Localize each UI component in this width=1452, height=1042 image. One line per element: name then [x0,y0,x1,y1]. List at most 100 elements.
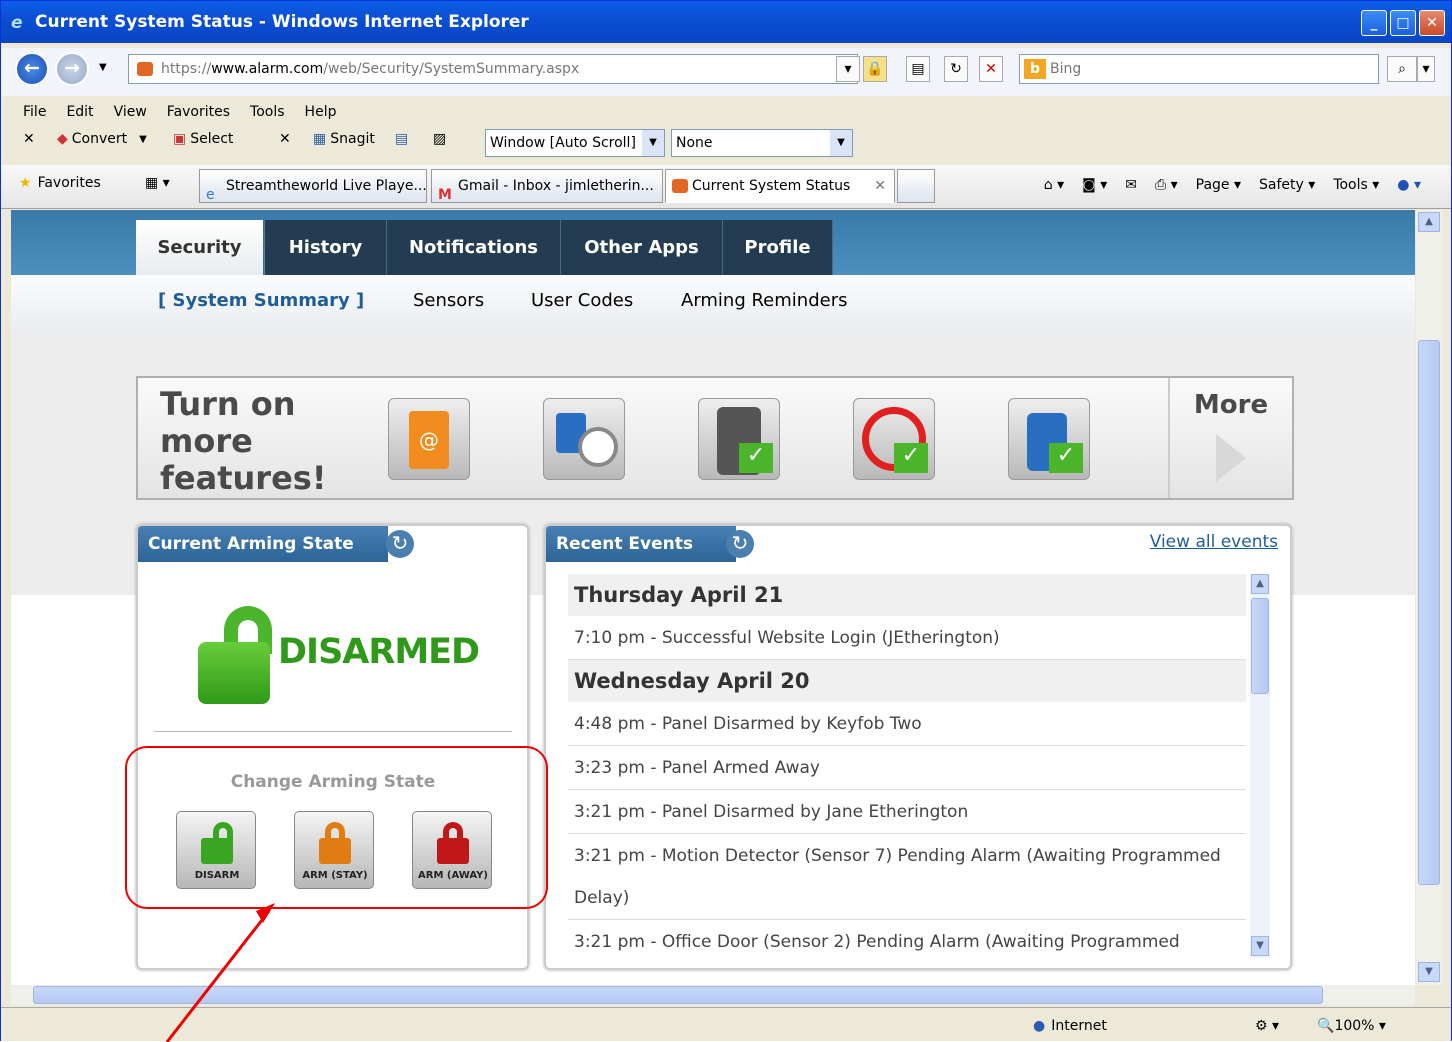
subnav-sensors[interactable]: Sensors [413,290,484,311]
select-icon: ▣ [173,131,187,147]
chevron-down-icon: ▼ [642,130,664,156]
refresh-icon[interactable]: ↻ [944,56,968,82]
promo-title: Turn on more features! [160,385,327,497]
pdf-icon: ◆ [57,131,68,147]
event-row: 3:21 pm - Office Door (Sensor 2) Pending… [568,920,1246,958]
event-row: 7:10 pm - Successful Website Login (JEth… [568,616,1246,660]
lock-check-feature-icon[interactable]: ✓ [1008,398,1090,480]
menu-view[interactable]: View [114,104,147,120]
new-tab-button[interactable] [897,169,935,203]
sub-navigation: [ System Summary ] Sensors User Codes Ar… [11,275,1415,335]
address-bar-row: ← → ▼ https://www.alarm.com/web/Security… [1,48,1451,96]
annotation-arrow [165,903,275,1042]
arming-panel-title: Current Arming State [138,526,388,562]
url-dropdown-icon[interactable]: ▾ [836,56,860,82]
safety-menu[interactable]: Safety ▾ [1259,177,1315,193]
scroll-down-icon[interactable]: ▼ [1251,936,1269,956]
close-toolbar-icon[interactable]: ✕ [23,131,35,147]
refresh-icon[interactable]: ↻ [726,530,754,558]
snagit-button[interactable]: ▦ Snagit [313,131,375,147]
none-select[interactable]: None ▼ [671,129,853,157]
menu-favorites[interactable]: Favorites [167,104,230,120]
more-features-button[interactable]: More [1168,378,1292,498]
page-menu[interactable]: Page ▾ [1196,177,1241,193]
recent-events-panel: Recent Events ↻ View all events Thursday… [544,524,1292,970]
command-bar: ✕ ◆ Convert ▼ ▣ Select ✕ ▦ Snagit ▤ ▨ Window… [1,125,1451,160]
history-dropdown-icon[interactable]: ▼ [99,62,107,73]
menu-tools[interactable]: Tools [250,104,285,120]
window-title: Current System Status - Windows Internet… [35,12,529,32]
search-input[interactable]: b Bing [1019,54,1379,84]
home-icon[interactable]: ⌂ ▾ [1044,177,1064,193]
subnav-arming-reminders[interactable]: Arming Reminders [681,290,847,311]
tab-streamtheworld[interactable]: e Streamtheworld Live Playe... [199,169,427,203]
address-input[interactable]: https://www.alarm.com/web/Security/Syste… [128,54,858,84]
events-scrollbar[interactable]: ▲ ▼ [1250,574,1270,958]
scroll-up-icon[interactable]: ▲ [1418,212,1440,232]
zoom-control[interactable]: 🔍100% ▾ [1317,1018,1386,1034]
menu-help[interactable]: Help [305,104,337,120]
lock-icon[interactable]: 🔒 [863,56,887,82]
refresh-icon[interactable]: ↻ [386,530,414,558]
page-vertical-scrollbar[interactable]: ▲ ▼ [1416,210,1442,985]
menu-edit[interactable]: Edit [66,104,93,120]
subnav-user-codes[interactable]: User Codes [531,290,633,311]
back-button[interactable]: ← [15,52,49,86]
arming-state-text: DISARMED [278,632,480,672]
subnav-system-summary[interactable]: [ System Summary ] [158,290,364,311]
maximize-button[interactable]: □ [1390,10,1416,36]
forward-button[interactable]: → [55,52,89,86]
ie-icon: e [11,13,23,33]
events-panel-title: Recent Events [546,526,736,562]
disarmed-status-graphic: DISARMED [198,596,480,706]
search-icon[interactable]: ⌕ [1387,56,1417,82]
lock-clock-feature-icon[interactable] [543,398,625,480]
site-header: Security History Notifications Other App… [11,210,1415,275]
mail-icon[interactable]: ✉ [1125,177,1137,193]
minimize-button[interactable]: _ [1361,10,1387,36]
tab-current-system-status[interactable]: Current System Status ✕ [665,169,895,203]
select-button[interactable]: ▣ Select [173,131,233,147]
print-icon[interactable]: ⎙ ▾ [1155,177,1178,193]
menu-bar: File Edit View Favorites Tools Help [1,99,1451,125]
promo-banner[interactable]: Turn on more features! @ ✓ ✓ ✓ More [136,376,1294,500]
close-snagit-icon[interactable]: ✕ [279,131,291,147]
snagit-edit-icon[interactable]: ▨ [433,131,446,147]
snagit-capture-icon[interactable]: ▤ [395,131,408,147]
browser-window: e Current System Status - Windows Intern… [0,0,1452,1042]
tab-history[interactable]: History [265,220,387,275]
view-all-events-link[interactable]: View all events [1150,532,1278,552]
no-tamper-feature-icon[interactable]: ✓ [853,398,935,480]
convert-button[interactable]: ◆ Convert ▼ [57,131,147,147]
scroll-up-icon[interactable]: ▲ [1251,574,1269,594]
tools-menu[interactable]: Tools ▾ [1333,177,1379,193]
menu-file[interactable]: File [23,104,46,120]
favorites-button[interactable]: ★ Favorites [19,175,101,191]
window-scroll-select[interactable]: Window [Auto Scroll] ▼ [485,129,665,157]
quick-tabs-icon[interactable]: ▦ ▾ [145,175,170,191]
close-tab-icon[interactable]: ✕ [874,170,886,202]
stop-icon[interactable]: ✕ [979,56,1003,82]
search-options-icon[interactable]: ▾ [1417,56,1435,82]
globe-icon: ● [1033,1018,1046,1034]
event-row: 3:23 pm - Panel Armed Away [568,746,1246,790]
event-day-header: Wednesday April 20 [568,660,1246,702]
tab-profile[interactable]: Profile [723,220,833,275]
tab-gmail[interactable]: M Gmail - Inbox - jimletherin... [431,169,663,203]
feeds-icon[interactable]: ◙ ▾ [1082,177,1107,193]
help-icon[interactable]: ● ▾ [1397,177,1421,193]
compat-view-icon[interactable]: ▤ [906,56,930,82]
protected-mode-icon[interactable]: ⚙ ▾ [1255,1018,1279,1034]
tab-notifications[interactable]: Notifications [387,220,561,275]
tab-other-apps[interactable]: Other Apps [561,220,723,275]
favorites-bar: ★ Favorites ▦ ▾ e Streamtheworld Live Play… [1,165,1451,209]
title-bar: e Current System Status - Windows Intern… [1,1,1451,43]
snagit-icon: ▦ [313,131,327,147]
tab-security[interactable]: Security [136,220,264,275]
annotation-highlight-box [125,746,548,909]
email-feature-icon[interactable]: @ [388,398,470,480]
phone-alert-feature-icon[interactable]: ✓ [698,398,780,480]
scroll-down-icon[interactable]: ▼ [1418,962,1440,982]
close-button[interactable]: ✕ [1419,10,1445,36]
unlocked-padlock-icon [198,606,272,706]
